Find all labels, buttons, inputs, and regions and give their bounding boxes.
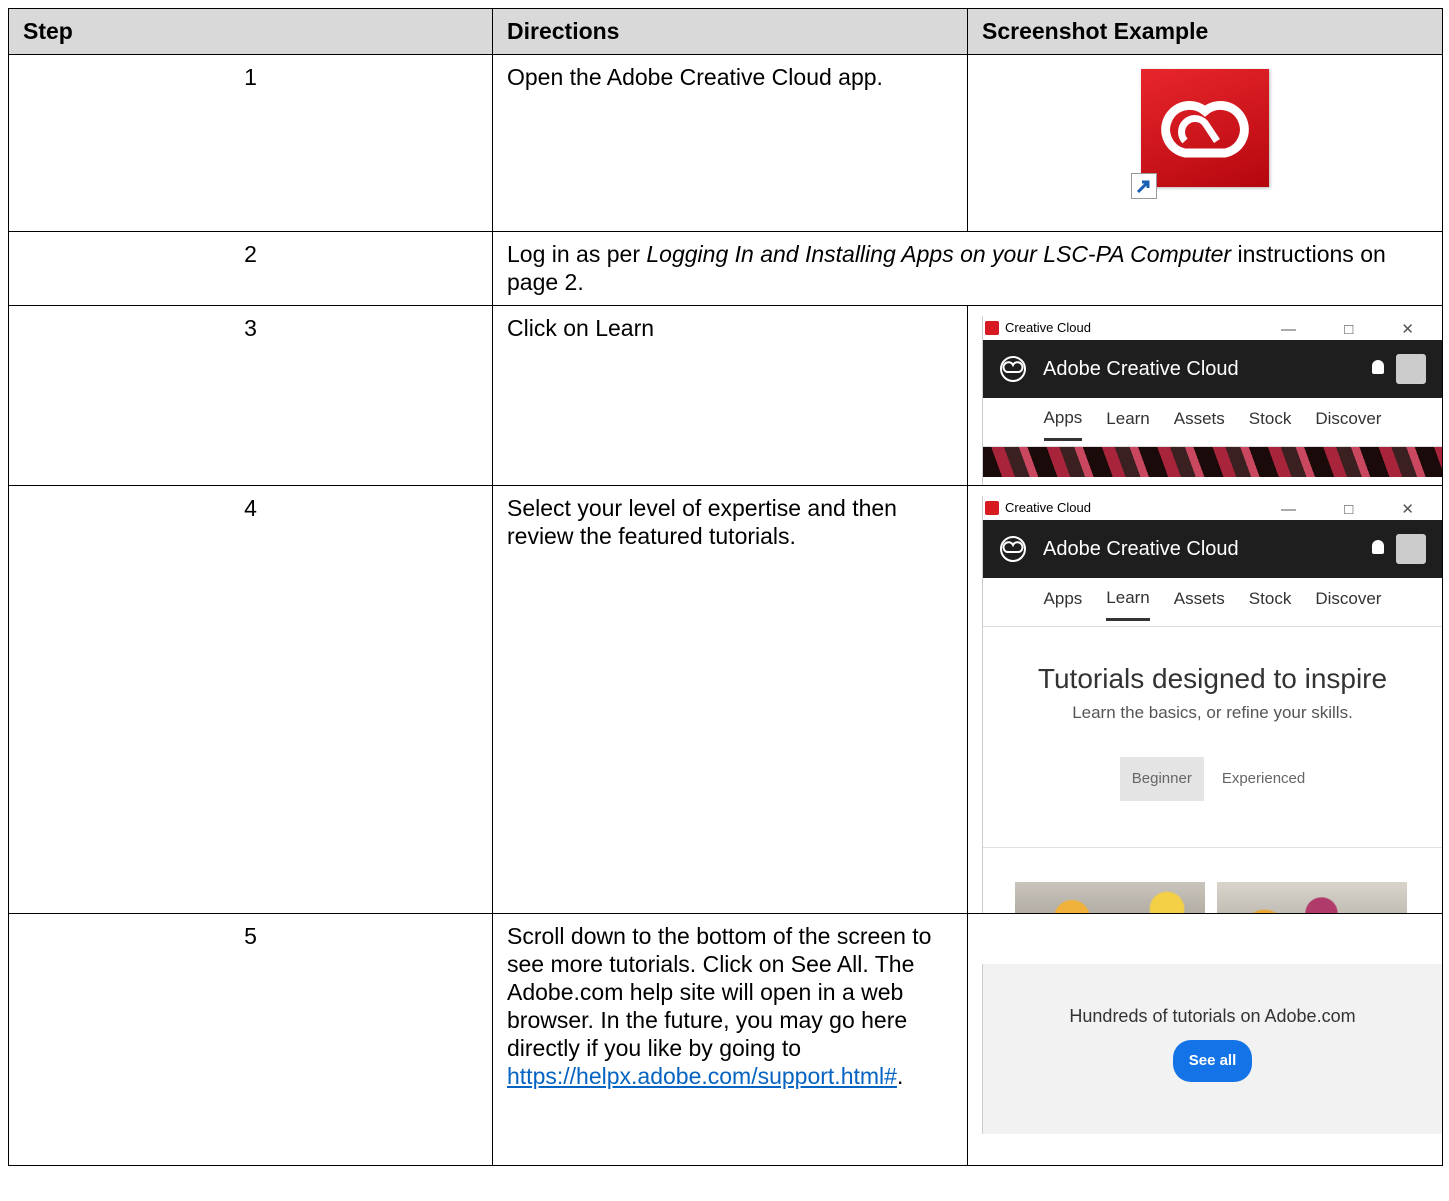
header-row: Step Directions Screenshot Example [8,8,1443,55]
tab-assets: Assets [1173,589,1225,608]
tab-assets: Assets [1173,409,1225,428]
table-row: 5 Scroll down to the bottom of the scree… [8,913,1443,1166]
screenshot-cell: Hundreds of tutorials on Adobe.com See a… [967,913,1443,1166]
step-directions: Click on Learn [492,305,968,486]
more-icon: ⋮ [1437,350,1442,368]
document-title-reference: Logging In and Installing Apps on your L… [646,241,1232,267]
cc-window-screenshot: Creative Cloud — □ ✕ Adobe Creative Clou… [982,496,1442,913]
creative-cloud-app-icon [1141,69,1269,187]
step-number: 1 [8,54,493,232]
tab-discover: Discover [1315,589,1382,608]
tab-apps: Apps [1043,404,1083,441]
experienced-option: Experienced [1221,770,1306,787]
banner-image [983,447,1442,477]
level-selector: Beginner Experienced [983,757,1442,801]
tutorial-thumbnail [1217,882,1407,913]
window-titlebar: Creative Cloud — □ ✕ [983,496,1442,520]
cc-nav: Apps Learn Assets Stock Discover [983,578,1442,627]
divider [983,801,1442,848]
shortcut-arrow-icon [1131,173,1157,199]
window-titlebar: Creative Cloud — □ ✕ [983,316,1442,340]
header-screenshot: Screenshot Example [967,8,1443,55]
more-icon: ⋮ [1437,530,1442,548]
step-number: 5 [8,913,493,1166]
tutorial-thumbnail [1015,882,1205,913]
see-all-button: See all [1172,1040,1253,1082]
tutorials-title: Tutorials designed to inspire [1037,663,1388,694]
cc-header-bar: Adobe Creative Cloud ⋮ [983,520,1442,578]
see-all-text: Hundreds of tutorials on Adobe.com [1069,1006,1356,1026]
screenshot-cell: Creative Cloud — □ ✕ Adobe Creative Clou… [967,485,1443,914]
screenshot-cell [967,54,1443,232]
tab-learn: Learn [1106,584,1150,621]
cc-app-name: Adobe Creative Cloud [1043,538,1239,560]
cc-small-icon [985,501,999,515]
tutorials-subtitle: Learn the basics, or refine your skills. [1072,703,1353,722]
avatar [1396,354,1426,384]
step-number: 3 [8,305,493,486]
tab-stock: Stock [1248,589,1292,608]
see-all-panel: Hundreds of tutorials on Adobe.com See a… [982,964,1442,1134]
step-directions: Open the Adobe Creative Cloud app. [492,54,968,232]
cc-logo-icon [1000,536,1026,562]
header-step: Step [8,8,493,55]
tab-discover: Discover [1315,409,1382,428]
table-row: 1 Open the Adobe Creative Cloud app. [8,54,1443,232]
step-directions: Log in as per Logging In and Installing … [492,231,1443,306]
tutorial-thumbnails [1015,882,1442,913]
step-directions: Select your level of expertise and then … [492,485,968,914]
step-directions: Scroll down to the bottom of the screen … [492,913,968,1166]
avatar [1396,534,1426,564]
table-row: 2 Log in as per Logging In and Installin… [8,231,1443,306]
step-number: 2 [8,231,493,306]
tab-apps: Apps [1043,589,1083,608]
header-directions: Directions [492,8,968,55]
cc-app-name: Adobe Creative Cloud [1043,358,1239,380]
cc-small-icon [985,321,999,335]
beginner-option: Beginner [1119,757,1204,801]
steps-table: Step Directions Screenshot Example 1 Ope… [8,8,1443,1166]
cc-nav: Apps Learn Assets Stock Discover [983,398,1442,447]
cc-window-screenshot: Creative Cloud — □ ✕ Adobe Creative Clou… [982,316,1442,485]
bell-icon [1372,540,1384,554]
table-row: 4 Select your level of expertise and the… [8,485,1443,914]
cc-header-bar: Adobe Creative Cloud ⋮ [983,340,1442,398]
step-number: 4 [8,485,493,914]
adobe-help-link[interactable]: https://helpx.adobe.com/support.html# [507,1063,897,1089]
tab-learn: Learn [1106,409,1150,428]
table-row: 3 Click on Learn Creative Cloud — □ ✕ Ad… [8,305,1443,486]
bell-icon [1372,360,1384,374]
screenshot-cell: Creative Cloud — □ ✕ Adobe Creative Clou… [967,305,1443,486]
cc-logo-icon [1000,356,1026,382]
tab-stock: Stock [1248,409,1292,428]
